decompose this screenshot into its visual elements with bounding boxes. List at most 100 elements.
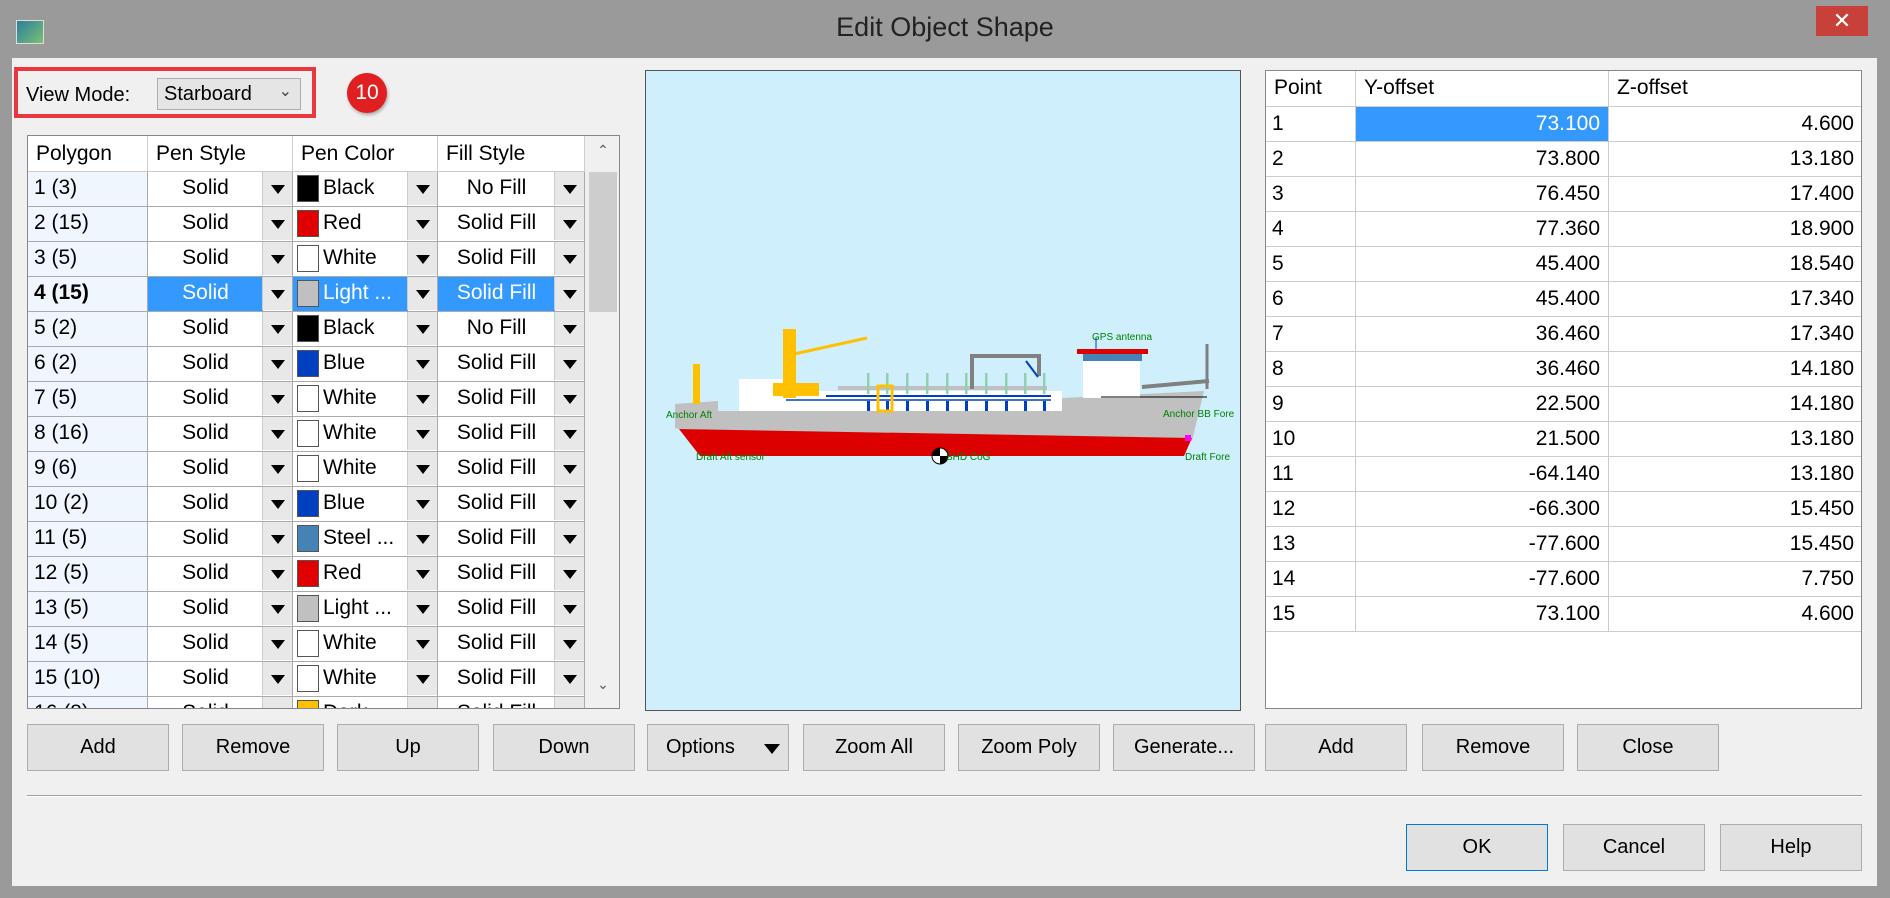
dropdown-arrow-icon[interactable] (407, 207, 437, 240)
fill-style-cell[interactable]: Solid Fill (438, 627, 585, 662)
point-cell[interactable]: 14 (1266, 562, 1356, 597)
point-cell[interactable]: 6 (1266, 282, 1356, 317)
z-offset-cell[interactable]: 17.400 (1609, 177, 1861, 212)
column-header[interactable]: Polygon (28, 136, 148, 172)
fill-style-cell[interactable]: Solid Fill (438, 382, 585, 417)
pen-style-cell[interactable]: Solid (148, 207, 293, 242)
polygon-cell[interactable]: 7 (5) (28, 382, 148, 417)
z-offset-cell[interactable]: 4.600 (1609, 107, 1861, 142)
dropdown-arrow-icon[interactable] (554, 242, 584, 275)
table-row[interactable]: 10 21.500 13.180 (1266, 422, 1861, 457)
pen-style-cell[interactable]: Solid (148, 452, 293, 487)
dropdown-arrow-icon[interactable] (262, 662, 292, 695)
dropdown-arrow-icon[interactable] (554, 662, 584, 695)
point-cell[interactable]: 3 (1266, 177, 1356, 212)
y-offset-cell[interactable]: 45.400 (1356, 247, 1609, 282)
fill-style-cell[interactable]: Solid Fill (438, 557, 585, 592)
y-offset-cell[interactable]: -66.300 (1356, 492, 1609, 527)
pen-color-cell[interactable]: Light ... (293, 592, 438, 627)
dropdown-arrow-icon[interactable] (262, 172, 292, 205)
table-row[interactable]: 6 (2) Solid Blue Solid Fill (28, 347, 585, 382)
z-offset-cell[interactable]: 15.450 (1609, 492, 1861, 527)
pen-style-cell[interactable]: Solid (148, 347, 293, 382)
table-row[interactable]: 7 36.460 17.340 (1266, 317, 1861, 352)
point-cell[interactable]: 11 (1266, 457, 1356, 492)
fill-style-cell[interactable]: Solid Fill (438, 662, 585, 697)
remove-point-button[interactable]: Remove (1422, 724, 1564, 771)
z-offset-cell[interactable]: 18.900 (1609, 212, 1861, 247)
dropdown-arrow-icon[interactable] (554, 592, 584, 625)
pen-style-cell[interactable]: Solid (148, 242, 293, 277)
pen-style-cell[interactable]: Solid (148, 487, 293, 522)
pen-style-cell[interactable]: Solid (148, 172, 293, 207)
table-row[interactable]: 8 36.460 14.180 (1266, 352, 1861, 387)
fill-style-cell[interactable]: Solid Fill (438, 347, 585, 382)
pen-color-cell[interactable]: Blue (293, 487, 438, 522)
help-button[interactable]: Help (1720, 824, 1862, 871)
dropdown-arrow-icon[interactable] (407, 627, 437, 660)
table-row[interactable]: 5 45.400 18.540 (1266, 247, 1861, 282)
pen-style-cell[interactable]: Solid (148, 522, 293, 557)
y-offset-cell[interactable]: -64.140 (1356, 457, 1609, 492)
table-row[interactable]: 2 (15) Solid Red Solid Fill (28, 207, 585, 242)
dropdown-arrow-icon[interactable] (262, 522, 292, 555)
table-row[interactable]: 16 (8)Solid Dark ...Solid Fill (28, 697, 585, 708)
polygon-cell[interactable]: 4 (15) (28, 277, 148, 312)
add-polygon-button[interactable]: Add (27, 724, 169, 771)
close-button[interactable]: ✕ (1816, 6, 1868, 36)
polygon-cell[interactable]: 3 (5) (28, 242, 148, 277)
dropdown-arrow-icon[interactable] (407, 487, 437, 520)
dropdown-arrow-icon[interactable] (554, 522, 584, 555)
dropdown-arrow-icon[interactable] (554, 697, 584, 708)
pen-color-cell[interactable]: Blue (293, 347, 438, 382)
pen-color-cell[interactable]: White (293, 417, 438, 452)
move-down-button[interactable]: Down (493, 724, 635, 771)
table-row[interactable]: 1 (3) Solid Black No Fill (28, 172, 585, 207)
point-cell[interactable]: 9 (1266, 387, 1356, 422)
pen-style-cell[interactable]: Solid (148, 417, 293, 452)
dropdown-arrow-icon[interactable] (554, 417, 584, 450)
dropdown-arrow-icon[interactable] (262, 347, 292, 380)
polygon-cell[interactable]: 10 (2) (28, 487, 148, 522)
dropdown-arrow-icon[interactable] (554, 347, 584, 380)
pen-style-cell[interactable]: Solid (148, 382, 293, 417)
polygon-cell[interactable]: 11 (5) (28, 522, 148, 557)
dropdown-arrow-icon[interactable] (554, 172, 584, 205)
column-header[interactable]: Point (1266, 71, 1356, 107)
point-cell[interactable]: 4 (1266, 212, 1356, 247)
fill-style-cell[interactable]: No Fill (438, 172, 585, 207)
polygon-cell[interactable]: 13 (5) (28, 592, 148, 627)
polygon-cell[interactable]: 14 (5) (28, 627, 148, 662)
dropdown-arrow-icon[interactable] (262, 592, 292, 625)
fill-style-cell[interactable]: Solid Fill (438, 207, 585, 242)
dropdown-arrow-icon[interactable] (262, 627, 292, 660)
z-offset-cell[interactable]: 14.180 (1609, 352, 1861, 387)
y-offset-cell[interactable]: 45.400 (1356, 282, 1609, 317)
y-offset-cell[interactable]: 73.100 (1356, 597, 1609, 632)
fill-style-cell[interactable]: Solid Fill (438, 592, 585, 627)
dropdown-arrow-icon[interactable] (407, 347, 437, 380)
pen-color-cell[interactable]: White (293, 452, 438, 487)
z-offset-cell[interactable]: 13.180 (1609, 457, 1861, 492)
zoom-all-button[interactable]: Zoom All (803, 724, 945, 771)
table-row[interactable]: 1 73.100 4.600 (1266, 107, 1861, 142)
table-row[interactable]: 4 (15) Solid Light ... Solid Fill (28, 277, 585, 312)
dropdown-arrow-icon[interactable] (554, 487, 584, 520)
y-offset-cell[interactable]: 22.500 (1356, 387, 1609, 422)
y-offset-cell[interactable]: 76.450 (1356, 177, 1609, 212)
dropdown-arrow-icon[interactable] (407, 417, 437, 450)
table-row[interactable]: 12 (5) Solid Red Solid Fill (28, 557, 585, 592)
cancel-button[interactable]: Cancel (1563, 824, 1705, 871)
z-offset-cell[interactable]: 18.540 (1609, 247, 1861, 282)
dropdown-arrow-icon[interactable] (407, 382, 437, 415)
z-offset-cell[interactable]: 13.180 (1609, 422, 1861, 457)
fill-style-cell[interactable]: Solid Fill (438, 697, 585, 708)
zoom-poly-button[interactable]: Zoom Poly (958, 724, 1100, 771)
pen-color-cell[interactable]: White (293, 662, 438, 697)
y-offset-cell[interactable]: -77.600 (1356, 562, 1609, 597)
point-cell[interactable]: 1 (1266, 107, 1356, 142)
fill-style-cell[interactable]: Solid Fill (438, 242, 585, 277)
dropdown-arrow-icon[interactable] (407, 662, 437, 695)
pen-color-cell[interactable]: Black (293, 172, 438, 207)
scrollbar-thumb[interactable] (589, 172, 617, 312)
